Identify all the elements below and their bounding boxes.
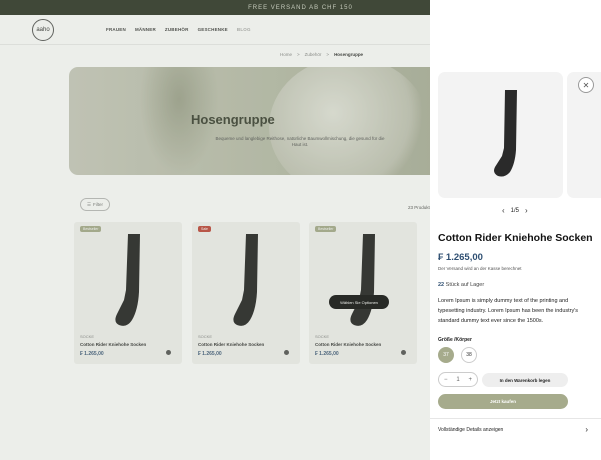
size-label: Größe /Körper bbox=[438, 337, 472, 343]
sock-image bbox=[494, 90, 517, 177]
shipping-note: Der Versand wird an der Kasse berechnet bbox=[438, 266, 522, 271]
product-gallery bbox=[438, 72, 601, 198]
product-title: Cotton Rider Kniehohe Socken bbox=[438, 232, 593, 244]
quantity-value[interactable]: 1 bbox=[456, 377, 459, 383]
divider bbox=[430, 418, 601, 419]
close-button[interactable]: ✕ bbox=[578, 77, 594, 93]
gallery-position: 1/5 bbox=[510, 207, 520, 214]
quick-view-drawer: ✕ ‹ 1/5 › Cotton Rider Kniehohe Socken ₣… bbox=[430, 0, 601, 460]
chevron-right-icon[interactable]: › bbox=[525, 206, 528, 215]
quantity-decrease-button[interactable]: − bbox=[444, 377, 448, 383]
size-option-37[interactable]: 37 bbox=[438, 347, 454, 363]
gallery-pager: ‹ 1/5 › bbox=[502, 206, 528, 215]
stock-text: Stück auf Lager bbox=[444, 282, 485, 288]
quantity-stepper: − 1 + bbox=[438, 372, 478, 387]
close-icon: ✕ bbox=[582, 80, 590, 90]
stock-status: 22 Stück auf Lager bbox=[438, 282, 484, 288]
chevron-right-icon: › bbox=[585, 425, 588, 434]
full-details-link[interactable]: Vollständige Details anzeigen › bbox=[438, 425, 588, 434]
quantity-increase-button[interactable]: + bbox=[468, 377, 472, 383]
gallery-slide-active[interactable] bbox=[438, 72, 563, 198]
full-details-label: Vollständige Details anzeigen bbox=[438, 426, 504, 433]
size-option-38[interactable]: 38 bbox=[461, 347, 477, 363]
product-price: ₣ 1.265,00 bbox=[438, 252, 483, 263]
product-description: Lorem Ipsum is simply dummy text of the … bbox=[438, 298, 579, 324]
size-selector: 37 38 bbox=[438, 347, 477, 363]
chevron-left-icon[interactable]: ‹ bbox=[502, 206, 505, 215]
buy-now-button[interactable]: Jetzt kaufen bbox=[438, 394, 568, 409]
add-to-cart-button[interactable]: In den Warenkorb legen bbox=[482, 373, 568, 387]
